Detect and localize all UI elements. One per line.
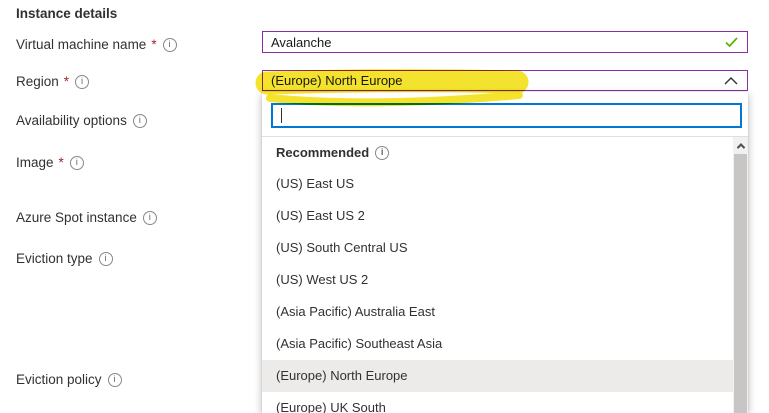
chevron-up-icon[interactable]	[724, 77, 738, 85]
required-asterisk: *	[59, 155, 64, 170]
valid-check-icon	[725, 37, 738, 48]
region-option[interactable]: (Asia Pacific) Australia East	[262, 296, 733, 328]
section-title: Instance details	[16, 6, 117, 21]
vm-name-label: Virtual machine name	[16, 37, 146, 52]
info-icon[interactable]: i	[163, 38, 177, 52]
info-icon[interactable]: i	[133, 114, 147, 128]
info-icon[interactable]: i	[70, 156, 84, 170]
region-option[interactable]: (Asia Pacific) Southeast Asia	[262, 328, 733, 360]
availability-options-label-row: Availability options i	[16, 113, 147, 128]
region-combobox[interactable]: (Europe) North Europe	[262, 70, 748, 91]
vm-name-field	[262, 31, 748, 53]
eviction-policy-label-row: Eviction policy i	[16, 372, 122, 387]
scrollbar-up-button[interactable]	[733, 137, 748, 154]
dropdown-scrollbar[interactable]	[733, 137, 748, 413]
vm-name-label-row: Virtual machine name * i	[16, 37, 177, 52]
required-asterisk: *	[64, 74, 69, 89]
vm-name-input[interactable]	[263, 32, 725, 52]
azure-spot-label-row: Azure Spot instance i	[16, 210, 157, 225]
image-label-row: Image * i	[16, 155, 84, 170]
eviction-policy-label: Eviction policy	[16, 372, 102, 387]
info-icon[interactable]: i	[143, 211, 157, 225]
recommended-label: Recommended	[276, 145, 369, 160]
region-option[interactable]: (Europe) UK South	[262, 392, 733, 413]
region-search-input[interactable]	[273, 105, 740, 126]
info-icon[interactable]: i	[75, 75, 89, 89]
region-selected-value: (Europe) North Europe	[263, 73, 724, 88]
scrollbar-thumb[interactable]	[734, 154, 747, 413]
region-label: Region	[16, 74, 59, 89]
region-option[interactable]: (US) East US 2	[262, 200, 733, 232]
region-option[interactable]: (US) East US	[262, 168, 733, 200]
region-option[interactable]: (US) West US 2	[262, 264, 733, 296]
info-icon[interactable]: i	[99, 252, 113, 266]
instance-details-form: Instance details Virtual machine name * …	[0, 0, 769, 413]
region-label-row: Region * i	[16, 74, 89, 89]
image-label: Image	[16, 155, 54, 170]
recommended-group-header: Recommended i	[262, 137, 733, 168]
info-icon[interactable]: i	[375, 146, 389, 160]
region-option-selected[interactable]: (Europe) North Europe	[262, 360, 733, 392]
required-asterisk: *	[151, 37, 156, 52]
region-dropdown-callout: Recommended i (US) East US (US) East US …	[262, 92, 748, 413]
region-search-box	[271, 103, 742, 128]
azure-spot-label: Azure Spot instance	[16, 210, 137, 225]
region-option-list: Recommended i (US) East US (US) East US …	[262, 137, 733, 413]
region-option[interactable]: (US) South Central US	[262, 232, 733, 264]
eviction-type-label-row: Eviction type i	[16, 251, 113, 266]
availability-options-label: Availability options	[16, 113, 127, 128]
eviction-type-label: Eviction type	[16, 251, 93, 266]
text-cursor	[281, 108, 282, 123]
info-icon[interactable]: i	[108, 373, 122, 387]
scroll-up-arrow-icon	[736, 143, 744, 151]
